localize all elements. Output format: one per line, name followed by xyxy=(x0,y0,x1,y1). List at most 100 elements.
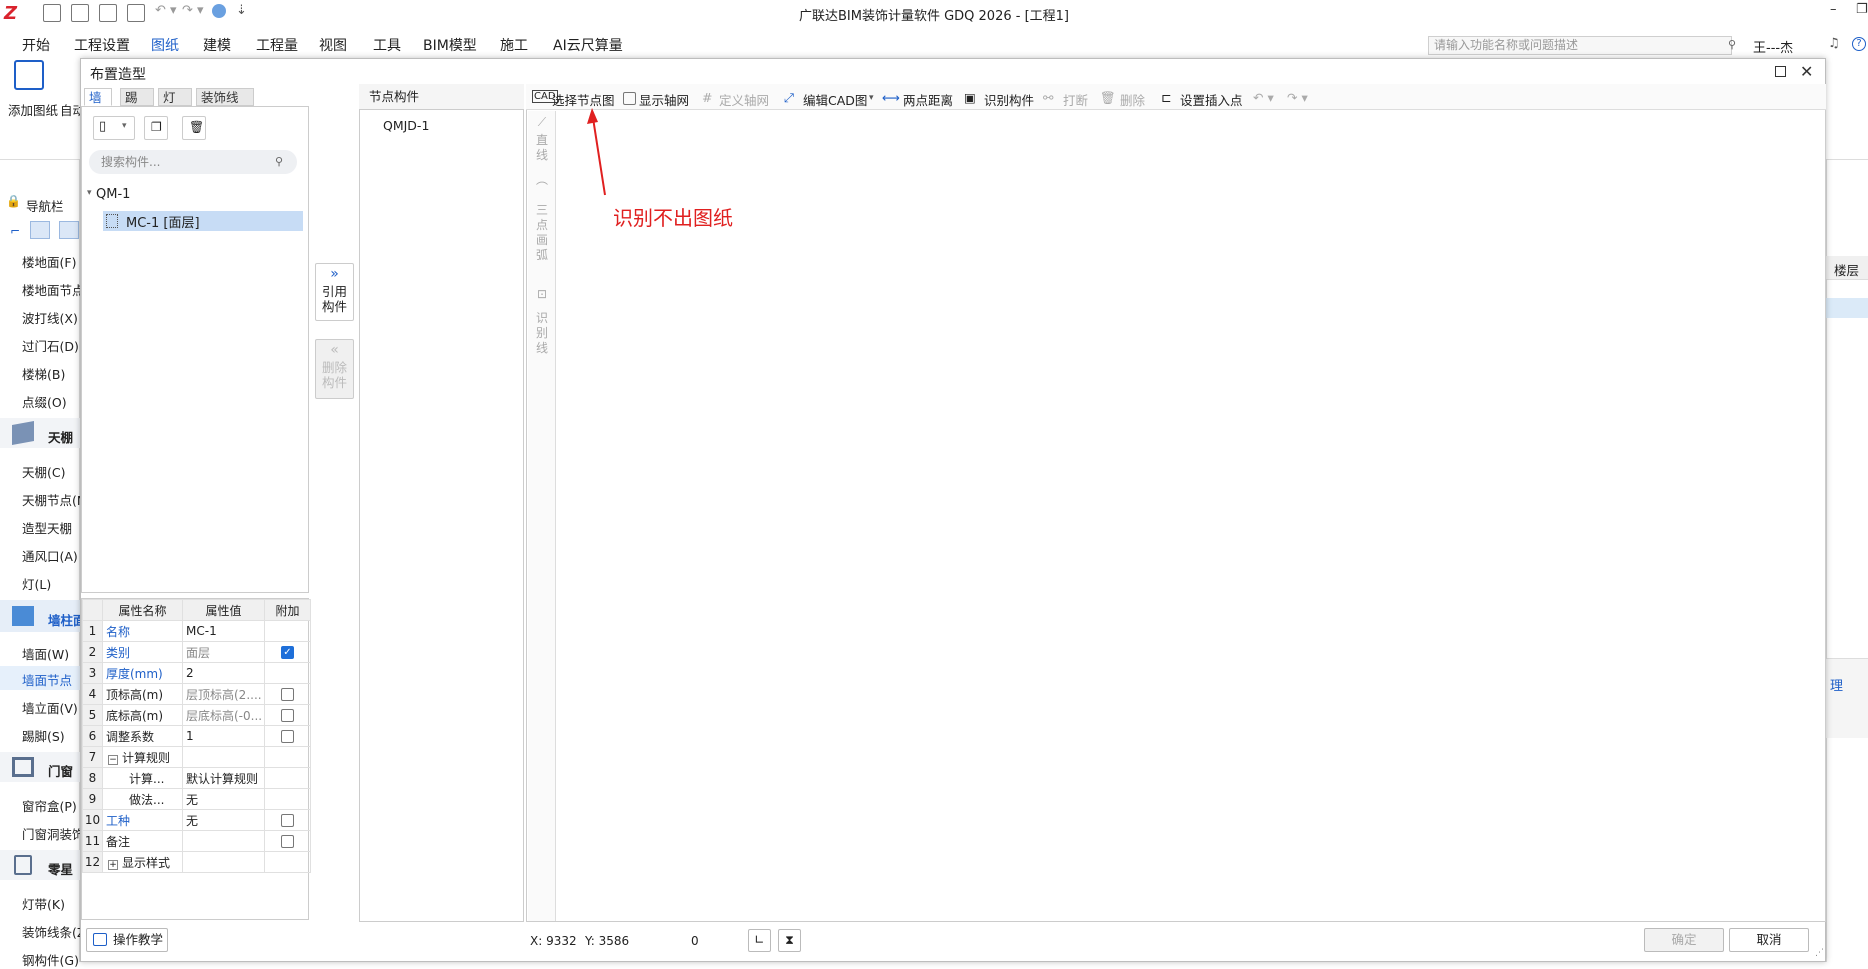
property-value[interactable]: 无 xyxy=(182,809,265,831)
property-row[interactable]: 6 调整系数 1 xyxy=(82,725,311,747)
node-item[interactable]: QMJD-1 xyxy=(383,118,429,133)
nav-item-threshold[interactable]: 过门石(D) xyxy=(22,336,79,355)
menu-start[interactable]: 开始 xyxy=(22,35,50,55)
property-row[interactable]: 5 底标高(m) 层底标高(-0... xyxy=(82,704,311,726)
attach-cell[interactable] xyxy=(264,683,311,705)
property-value[interactable]: 无 xyxy=(182,788,265,810)
delete-button[interactable]: 删除 xyxy=(1120,90,1145,109)
close-icon[interactable]: ✕ xyxy=(1800,62,1813,81)
nav-item-wall-face[interactable]: 墙面(W) xyxy=(22,644,69,663)
set-insert-point-button[interactable]: 设置插入点 xyxy=(1180,90,1243,109)
chevron-down-icon[interactable]: ▾ xyxy=(869,93,874,103)
resize-grip-icon[interactable]: ⋰ xyxy=(1815,948,1824,958)
property-row[interactable]: 9 做法... 无 xyxy=(82,788,311,810)
checkbox-icon[interactable] xyxy=(281,709,294,722)
nav-item-vent[interactable]: 通风口(A) xyxy=(22,546,78,565)
property-value[interactable] xyxy=(182,830,265,852)
attach-cell[interactable] xyxy=(264,725,311,747)
menu-ai-measure[interactable]: AI云尺算量 xyxy=(553,35,623,55)
nav-item-skirting[interactable]: 踢脚(S) xyxy=(22,726,65,745)
expand-icon[interactable]: + xyxy=(108,859,118,870)
menu-modeling[interactable]: 建模 xyxy=(203,35,231,55)
property-row[interactable]: 2 类别 面层 ✓ xyxy=(82,641,311,663)
property-value[interactable]: 层底标高(-0... xyxy=(182,704,265,726)
tab-wall-face[interactable]: 墙面 xyxy=(84,88,112,123)
nav-item-deco-line[interactable]: 装饰线条(Z xyxy=(22,922,85,941)
checkbox-icon[interactable] xyxy=(281,730,294,743)
attach-cell[interactable] xyxy=(264,767,311,789)
two-point-distance-button[interactable]: 两点距离 xyxy=(903,90,953,109)
remove-component-button[interactable]: « 删除构件 xyxy=(315,339,354,399)
new-component-button[interactable]: ▯ ▾ xyxy=(93,116,135,140)
copy-component-button[interactable]: ❐ xyxy=(144,116,168,140)
pin-icon[interactable]: 🔒 xyxy=(6,194,21,208)
break-button[interactable]: 打断 xyxy=(1063,90,1088,109)
nav-item-ceiling-node[interactable]: 天棚节点(N xyxy=(22,490,86,509)
tree-root-item[interactable]: QM-1 xyxy=(96,187,130,202)
menu-drawing[interactable]: 图纸 xyxy=(151,35,179,58)
nav-item-shaped-ceiling[interactable]: 造型天棚 xyxy=(22,518,72,537)
attach-cell[interactable] xyxy=(264,809,311,831)
property-row[interactable]: 10 工种 无 xyxy=(82,809,311,831)
nav-item-light[interactable]: 灯(L) xyxy=(22,574,51,593)
identify-component-button[interactable]: 识别构件 xyxy=(984,90,1034,109)
menu-tools[interactable]: 工具 xyxy=(373,35,401,55)
hourglass-icon[interactable]: ⧗ xyxy=(778,929,801,952)
menu-construction[interactable]: 施工 xyxy=(500,35,528,55)
attach-cell[interactable] xyxy=(264,620,311,642)
nav-item-dot[interactable]: 点缀(O) xyxy=(22,392,67,411)
edit-cad-button[interactable]: 编辑CAD图 xyxy=(803,90,867,109)
tree-expand-icon[interactable]: ▾ xyxy=(87,188,92,198)
property-value[interactable]: 1 xyxy=(182,725,265,747)
floor-row-selected[interactable] xyxy=(1826,298,1868,318)
help-icon[interactable]: ? xyxy=(1852,37,1866,51)
attach-cell[interactable] xyxy=(264,788,311,810)
menu-quantity[interactable]: 工程量 xyxy=(256,35,298,55)
property-value[interactable] xyxy=(182,746,265,768)
detail-view-icon[interactable] xyxy=(59,221,79,239)
menu-view[interactable]: 视图 xyxy=(319,35,347,55)
property-row[interactable]: 7− 计算规则 xyxy=(82,746,311,768)
property-row[interactable]: 12 + 显示样式 xyxy=(82,851,311,873)
reference-component-button[interactable]: » 引用构件 xyxy=(315,263,354,321)
attach-cell[interactable] xyxy=(264,746,311,768)
manage-label[interactable]: 理 xyxy=(1830,675,1843,694)
minimize-icon[interactable]: – xyxy=(1830,2,1837,17)
define-axis-button[interactable]: 定义轴网 xyxy=(719,90,769,109)
checkbox-icon[interactable] xyxy=(281,835,294,848)
arc-tool-label[interactable]: 三点画弧 xyxy=(535,203,549,263)
checkbox-icon[interactable] xyxy=(281,688,294,701)
nav-item-wall-node[interactable]: 墙面节点 xyxy=(22,670,72,689)
add-drawing-icon[interactable] xyxy=(14,60,44,90)
headset-icon[interactable]: ♫ xyxy=(1828,36,1840,51)
menu-project-settings[interactable]: 工程设置 xyxy=(74,35,130,55)
tab-deco-line[interactable]: 装饰线条 xyxy=(196,88,254,123)
tab-light-strip[interactable]: 灯带 xyxy=(158,88,192,123)
show-axis-checkbox[interactable] xyxy=(623,91,636,106)
property-row[interactable]: 8 计算... 默认计算规则 xyxy=(82,767,311,789)
checkbox-icon[interactable] xyxy=(281,814,294,827)
tab-skirting[interactable]: 踢脚 xyxy=(120,88,154,123)
property-value[interactable]: 层顶标高(2.... xyxy=(182,683,265,705)
attach-cell[interactable] xyxy=(264,662,311,684)
redo-icon[interactable]: ↷ ▾ xyxy=(1287,90,1308,105)
collapse-icon[interactable]: ⌐ xyxy=(10,224,20,238)
restore-icon[interactable]: ❐ xyxy=(1856,2,1868,17)
expand-icon[interactable]: − xyxy=(108,754,118,765)
nav-item-light-strip[interactable]: 灯带(K) xyxy=(22,894,65,913)
attach-cell[interactable] xyxy=(264,830,311,852)
property-value[interactable]: MC-1 xyxy=(182,620,265,642)
nav-item-stairs[interactable]: 楼梯(B) xyxy=(22,364,65,383)
list-view-icon[interactable] xyxy=(30,221,50,239)
nav-item-floor[interactable]: 楼地面(F) xyxy=(22,252,76,271)
ok-button[interactable]: 确定 xyxy=(1644,928,1724,952)
property-row[interactable]: 3 厚度(mm) 2 xyxy=(82,662,311,684)
checkbox-checked-icon[interactable]: ✓ xyxy=(281,646,294,659)
user-name[interactable]: 王---杰 xyxy=(1753,37,1793,56)
tree-child-item[interactable]: MC-1 [面层] xyxy=(126,212,200,231)
undo-icon[interactable]: ↶ ▾ xyxy=(1253,90,1274,105)
nav-item-wall-elevation[interactable]: 墙立面(V) xyxy=(22,698,78,717)
nav-item-curtain-box[interactable]: 窗帘盒(P) xyxy=(22,796,77,815)
property-value[interactable]: 面层 xyxy=(182,641,265,663)
property-row[interactable]: 4 顶标高(m) 层顶标高(2.... xyxy=(82,683,311,705)
